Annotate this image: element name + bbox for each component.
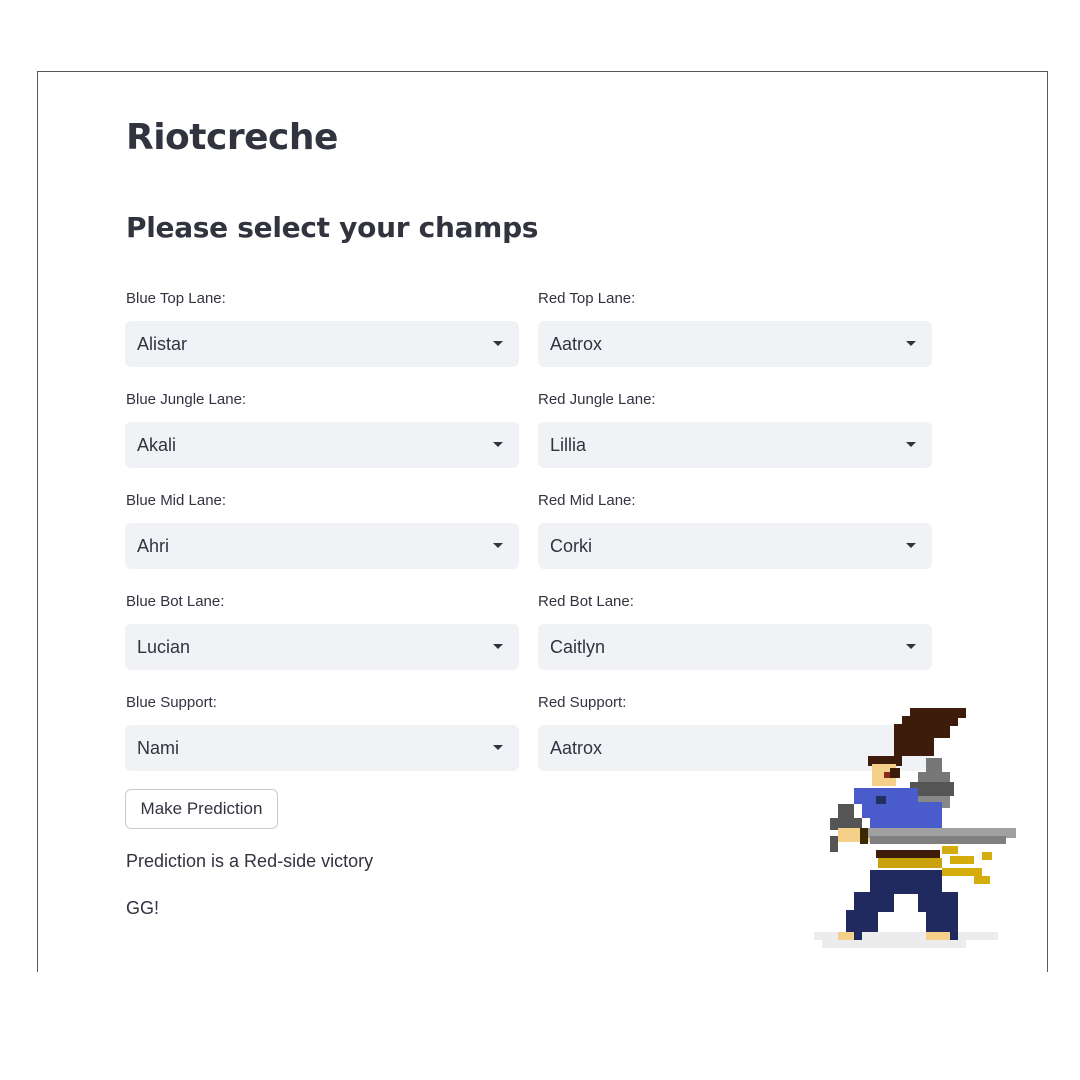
- red-bot-value: Caitlyn: [550, 636, 606, 657]
- chevron-down-icon: [906, 543, 916, 548]
- app-title: Riotcreche: [126, 117, 338, 158]
- blue-jungle-select[interactable]: Akali: [125, 422, 519, 468]
- blue-mid-select[interactable]: Ahri: [125, 523, 519, 569]
- red-top-value: Aatrox: [550, 333, 603, 354]
- closing-message: GG!: [126, 898, 160, 918]
- red-bot-select[interactable]: Caitlyn: [538, 624, 932, 670]
- red-jungle-label: Red Jungle Lane:: [538, 391, 656, 408]
- chevron-down-icon: [906, 341, 916, 346]
- chevron-down-icon: [906, 442, 916, 447]
- blue-jungle-label: Blue Jungle Lane:: [126, 391, 247, 408]
- blue-bot-value: Lucian: [137, 636, 191, 657]
- red-bot-label: Red Bot Lane:: [538, 593, 634, 610]
- chevron-down-icon: [493, 644, 503, 649]
- chevron-down-icon: [493, 442, 503, 447]
- chevron-down-icon: [493, 341, 503, 346]
- chevron-down-icon: [906, 644, 916, 649]
- blue-mid-label: Blue Mid Lane:: [126, 492, 227, 509]
- blue-support-value: Nami: [137, 737, 180, 758]
- make-prediction-button[interactable]: Make Prediction: [125, 789, 278, 829]
- chevron-down-icon: [493, 745, 503, 750]
- blue-top-label: Blue Top Lane:: [126, 290, 226, 307]
- chevron-down-icon: [493, 543, 503, 548]
- section-heading: Please select your champs: [126, 211, 539, 244]
- prediction-result: Prediction is a Red-side victory: [126, 851, 374, 871]
- red-mid-select[interactable]: Corki: [538, 523, 932, 569]
- blue-bot-select[interactable]: Lucian: [125, 624, 519, 670]
- blue-jungle-value: Akali: [137, 434, 177, 455]
- red-top-select[interactable]: Aatrox: [538, 321, 932, 367]
- red-jungle-value: Lillia: [550, 434, 587, 455]
- pixel-swordsman-icon: [814, 708, 1016, 948]
- blue-bot-label: Blue Bot Lane:: [126, 593, 225, 610]
- red-jungle-select[interactable]: Lillia: [538, 422, 932, 468]
- blue-support-select[interactable]: Nami: [125, 725, 519, 771]
- blue-top-value: Alistar: [137, 333, 188, 354]
- red-mid-label: Red Mid Lane:: [538, 492, 636, 509]
- red-support-label: Red Support:: [538, 694, 627, 711]
- blue-top-select[interactable]: Alistar: [125, 321, 519, 367]
- red-mid-value: Corki: [550, 535, 593, 556]
- red-top-label: Red Top Lane:: [538, 290, 636, 307]
- blue-support-label: Blue Support:: [126, 694, 217, 711]
- red-support-value: Aatrox: [550, 737, 603, 758]
- blue-mid-value: Ahri: [137, 535, 170, 556]
